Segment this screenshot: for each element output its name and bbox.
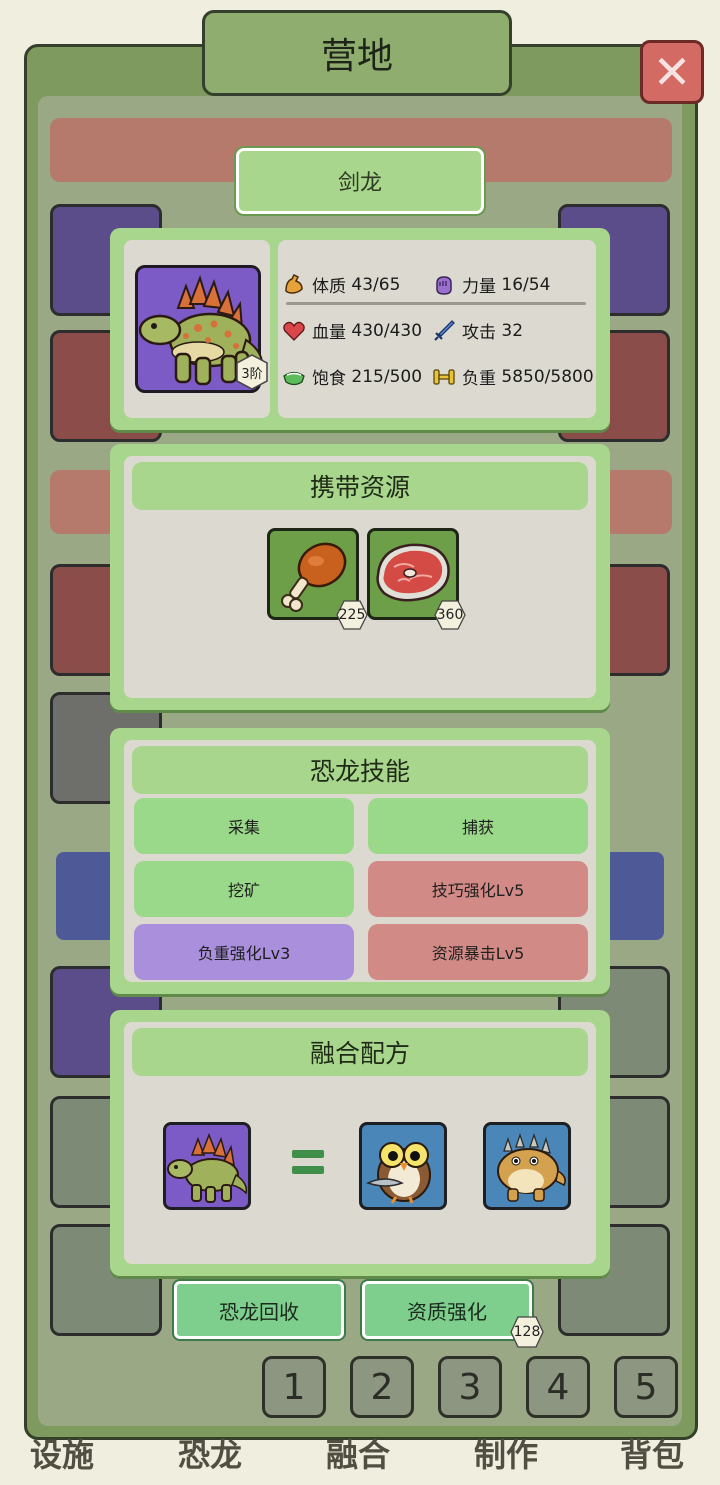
skill-gather[interactable]: 采集 [134, 798, 354, 854]
stat-health: 血量 430/430 [282, 318, 422, 343]
skills-title: 恐龙技能 [132, 746, 588, 794]
fusion-title: 融合配方 [132, 1028, 588, 1076]
tab-crafting[interactable]: 制作 [474, 1430, 538, 1476]
tier-badge: 3阶 [234, 354, 270, 390]
heart-icon [283, 321, 305, 341]
sword-icon [434, 319, 455, 341]
stat-satiety: 饱食 215/500 [282, 364, 422, 389]
skill-technique-boost[interactable]: 技巧强化Lv5 [368, 861, 588, 917]
tab-dinosaurs[interactable]: 恐龙 [178, 1430, 242, 1476]
skill-resource-crit[interactable]: 资源暴击Lv5 [368, 924, 588, 980]
food-bowl-icon [283, 371, 305, 385]
tab-facilities[interactable]: 设施 [30, 1430, 94, 1476]
page-button-3[interactable]: 3 [438, 1356, 502, 1418]
stat-attack: 攻击 32 [432, 318, 523, 343]
enhance-cost-badge: 128 [510, 1316, 544, 1348]
close-x-icon[interactable]: ✕ [640, 40, 704, 104]
skill-capture[interactable]: 捕获 [368, 798, 588, 854]
tab-fusion[interactable]: 融合 [326, 1430, 390, 1476]
page-button-1[interactable]: 1 [262, 1356, 326, 1418]
dumbbell-icon [433, 368, 455, 385]
stat-strength: 力量 16/54 [432, 272, 550, 297]
stegosaurus-icon[interactable] [163, 1122, 251, 1210]
stat-load: 负重 5850/5800 [432, 364, 594, 389]
enhance-aptitude-button[interactable]: 资质强化 [362, 1281, 532, 1339]
resource-count-badge: 225 [336, 600, 368, 630]
resource-count-badge: 360 [434, 600, 466, 630]
ankylosaurus-icon[interactable] [483, 1122, 571, 1210]
owl-icon[interactable] [359, 1122, 447, 1210]
resources-card: 携带资源 [110, 444, 610, 710]
page-title: 营地 [202, 10, 512, 96]
page-button-4[interactable]: 4 [526, 1356, 590, 1418]
muscle-icon [285, 273, 303, 294]
skill-load-boost[interactable]: 负重强化Lv3 [134, 924, 354, 980]
resources-inner: 携带资源 [124, 456, 596, 698]
recycle-dinosaur-button[interactable]: 恐龙回收 [174, 1281, 344, 1339]
page-button-2[interactable]: 2 [350, 1356, 414, 1418]
skill-mining[interactable]: 挖矿 [134, 861, 354, 917]
tier-label: 3阶 [241, 366, 263, 382]
resources-title: 携带资源 [132, 462, 588, 510]
fist-icon [436, 275, 452, 295]
equals-icon [292, 1150, 324, 1180]
page-button-5[interactable]: 5 [614, 1356, 678, 1418]
tab-backpack[interactable]: 背包 [620, 1430, 684, 1476]
dinosaur-name: 剑龙 [236, 148, 484, 214]
stats-divider [286, 302, 586, 305]
stat-constitution: 体质 43/65 [282, 272, 400, 297]
